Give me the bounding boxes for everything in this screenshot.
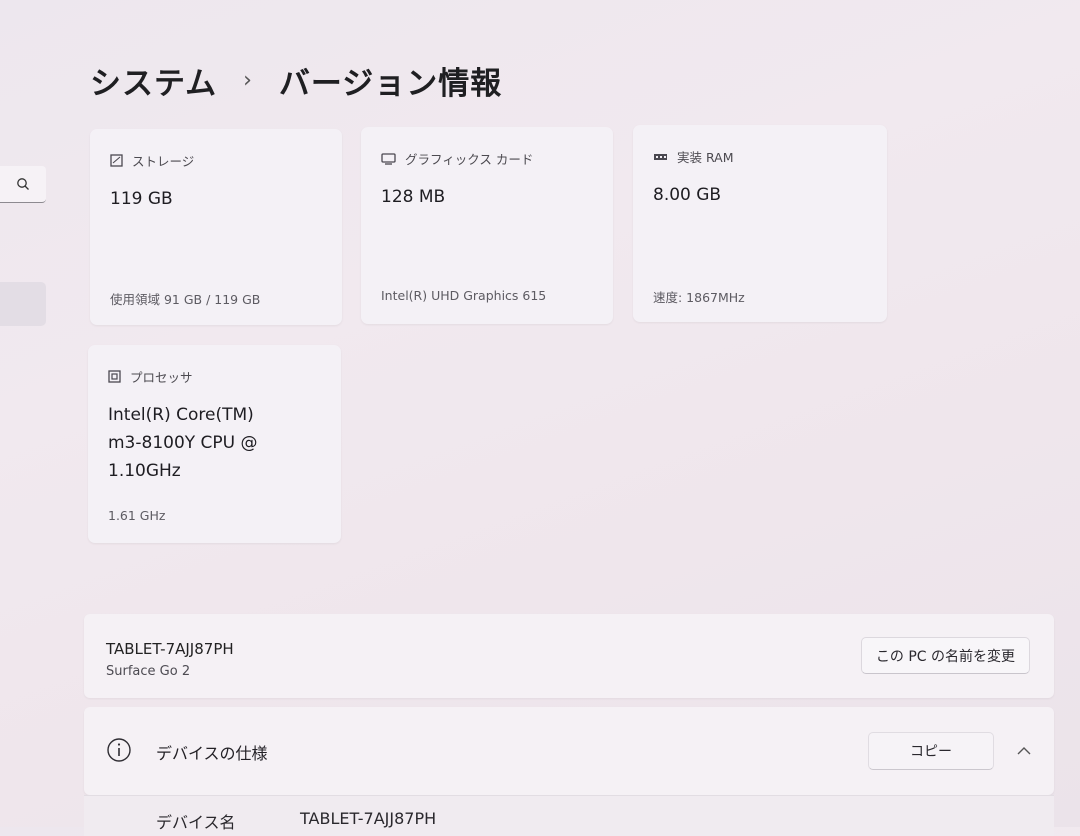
graphics-value: 128 MB <box>381 187 446 207</box>
processor-line: m3-8100Y CPU @ <box>108 433 258 453</box>
storage-card: ストレージ 119 GB 使用領域 91 GB / 119 GB <box>90 129 342 325</box>
processor-speed: 1.61 GHz <box>108 508 166 523</box>
ram-speed: 速度: 1867MHz <box>653 290 745 305</box>
graphics-label: グラフィックス カード <box>405 152 534 167</box>
info-icon <box>106 737 132 767</box>
rename-pc-button[interactable]: この PC の名前を変更 <box>860 637 1030 674</box>
device-name: TABLET-7AJJ87PH <box>106 640 234 658</box>
ram-label: 実装 RAM <box>677 150 734 165</box>
display-icon <box>381 152 396 165</box>
device-name-panel: TABLET-7AJJ87PH Surface Go 2 この PC の名前を変… <box>84 614 1054 698</box>
spec-label: デバイス名 <box>156 813 236 832</box>
processor-card: プロセッサ Intel(R) Core(TM) m3-8100Y CPU @ 1… <box>88 345 341 543</box>
processor-label: プロセッサ <box>130 370 193 385</box>
processor-value: Intel(R) Core(TM) m3-8100Y CPU @ 1.10GHz <box>108 401 258 485</box>
graphics-adapter: Intel(R) UHD Graphics 615 <box>381 288 547 303</box>
breadcrumb-parent[interactable]: システム <box>90 58 217 103</box>
chevron-up-icon[interactable] <box>1016 741 1032 760</box>
storage-value: 119 GB <box>110 189 173 209</box>
cpu-icon <box>108 370 121 383</box>
spec-row-device-name: デバイス名 TABLET-7AJJ87PH <box>84 795 1054 836</box>
processor-line: 1.10GHz <box>108 461 181 481</box>
graphics-card: グラフィックス カード 128 MB Intel(R) UHD Graphics… <box>361 127 613 324</box>
breadcrumb-separator: › <box>243 68 253 93</box>
copy-button[interactable]: コピー <box>868 732 994 770</box>
processor-line: Intel(R) Core(TM) <box>108 405 254 425</box>
page-title: バージョン情報 <box>278 66 503 102</box>
memory-icon <box>653 152 668 162</box>
device-model: Surface Go 2 <box>106 664 191 679</box>
ram-card: 実装 RAM 8.00 GB 速度: 1867MHz <box>633 125 887 322</box>
sidebar-selected-item[interactable] <box>0 282 46 326</box>
search-icon <box>17 178 29 190</box>
device-specs-title: デバイスの仕様 <box>156 744 268 763</box>
breadcrumb: システム › バージョン情報 <box>90 58 502 103</box>
device-specs-panel[interactable]: デバイスの仕様 コピー <box>84 707 1054 795</box>
storage-label: ストレージ <box>132 154 195 169</box>
drive-icon <box>110 154 123 167</box>
sidebar-search-button[interactable] <box>0 166 46 203</box>
spec-value: TABLET-7AJJ87PH <box>300 809 437 828</box>
ram-value: 8.00 GB <box>653 185 722 205</box>
storage-usage: 使用領域 91 GB / 119 GB <box>110 292 261 307</box>
